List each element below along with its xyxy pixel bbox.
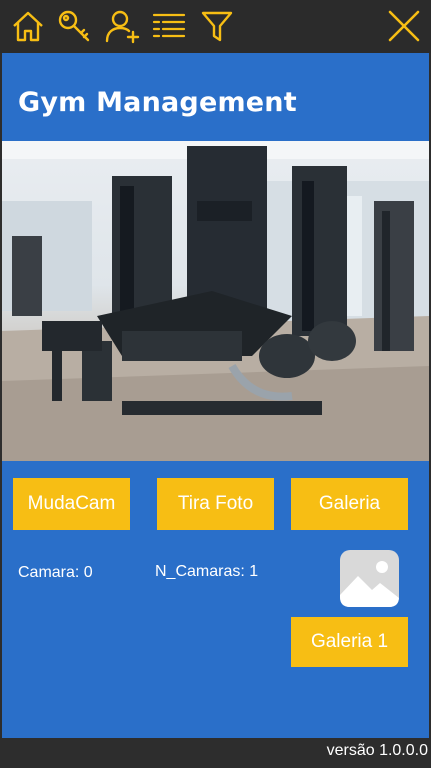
image-placeholder-icon: [340, 550, 399, 607]
top-toolbar: [0, 0, 431, 53]
main-panel: Gym Management MudaCam Tira Foto Galeria…: [2, 53, 429, 738]
gym-equipment-photo: [2, 141, 429, 461]
version-label: versão 1.0.0.0: [326, 742, 428, 759]
filter-icon[interactable]: [199, 8, 235, 44]
list-icon[interactable]: [151, 8, 187, 44]
add-user-icon[interactable]: [104, 8, 140, 44]
mudacam-button[interactable]: MudaCam: [13, 478, 130, 530]
galeria-button[interactable]: Galeria: [291, 478, 408, 530]
page-title: Gym Management: [18, 87, 297, 118]
camara-status: Camara: 0: [18, 564, 93, 581]
close-icon[interactable]: [386, 8, 422, 44]
key-icon[interactable]: [56, 8, 92, 44]
footer-bar: versão 1.0.0.0: [0, 738, 431, 768]
tira-foto-button[interactable]: Tira Foto: [157, 478, 274, 530]
galeria-1-button[interactable]: Galeria 1: [291, 617, 408, 667]
home-icon[interactable]: [10, 8, 46, 44]
n-camaras-status: N_Camaras: 1: [155, 563, 259, 580]
